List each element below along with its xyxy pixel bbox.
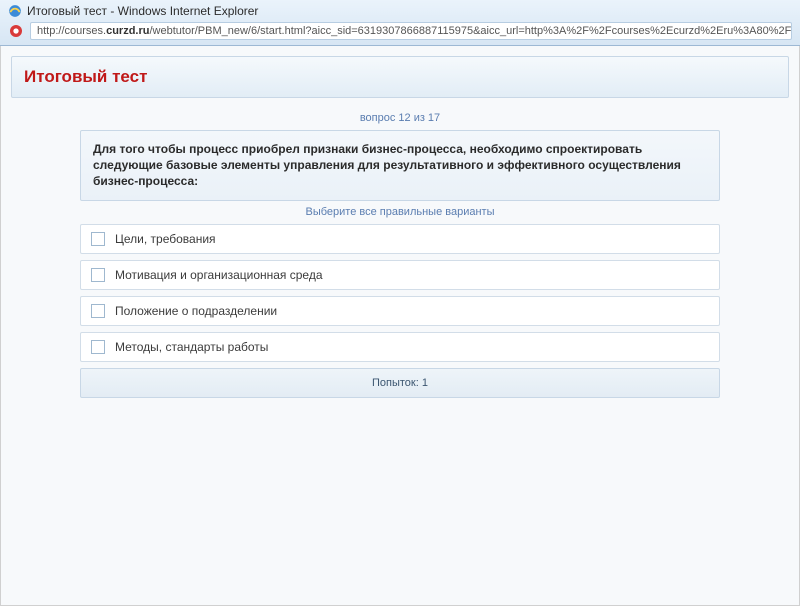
checkbox-icon[interactable] — [91, 340, 105, 354]
site-icon — [8, 23, 24, 39]
option-label: Положение о подразделении — [115, 304, 277, 318]
url-prefix: http://courses. — [37, 25, 106, 37]
option-label: Мотивация и организационная среда — [115, 268, 323, 282]
window-title-bar: Итоговый тест - Windows Internet Explore… — [0, 0, 800, 20]
attempts-label: Попыток — [372, 377, 416, 389]
question-text: Для того чтобы процесс приобрел признаки… — [80, 130, 720, 201]
page-title: Итоговый тест — [24, 67, 776, 87]
options-list: Цели, требования Мотивация и организацио… — [80, 224, 720, 362]
window-title: Итоговый тест - Windows Internet Explore… — [27, 4, 258, 18]
option-label: Цели, требования — [115, 232, 216, 246]
attempts-value: 1 — [422, 377, 428, 389]
option-row[interactable]: Методы, стандарты работы — [80, 332, 720, 362]
question-progress: вопрос 12 из 17 — [80, 112, 720, 124]
ie-favicon-icon — [8, 4, 22, 18]
checkbox-icon[interactable] — [91, 232, 105, 246]
option-row[interactable]: Цели, требования — [80, 224, 720, 254]
option-row[interactable]: Положение о подразделении — [80, 296, 720, 326]
checkbox-icon[interactable] — [91, 304, 105, 318]
address-row: http://courses.curzd.ru/webtutor/PBM_new… — [0, 20, 800, 45]
url-host: curzd.ru — [106, 25, 149, 37]
checkbox-icon[interactable] — [91, 268, 105, 282]
option-row[interactable]: Мотивация и организационная среда — [80, 260, 720, 290]
url-rest: /webtutor/PBM_new/6/start.html?aicc_sid=… — [150, 25, 793, 37]
instruction-text: Выберите все правильные варианты — [80, 206, 720, 218]
browser-chrome: Итоговый тест - Windows Internet Explore… — [0, 0, 800, 46]
page-header: Итоговый тест — [11, 56, 789, 98]
option-label: Методы, стандарты работы — [115, 340, 268, 354]
address-bar[interactable]: http://courses.curzd.ru/webtutor/PBM_new… — [30, 22, 792, 40]
attempts-box: Попыток: 1 — [80, 368, 720, 398]
page-body: Итоговый тест вопрос 12 из 17 Для того ч… — [0, 46, 800, 606]
quiz-container: вопрос 12 из 17 Для того чтобы процесс п… — [80, 112, 720, 398]
